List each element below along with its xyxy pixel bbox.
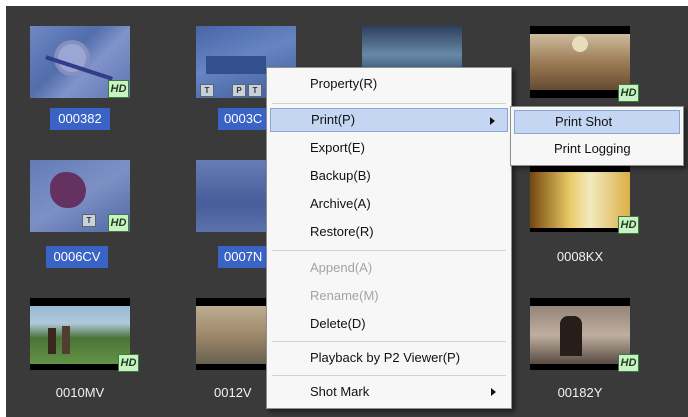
tag-badge: T xyxy=(248,84,262,97)
clip-name[interactable]: 0010MV xyxy=(30,382,130,404)
context-menu: Property(R) Print(P) Export(E) Backup(B)… xyxy=(266,67,512,409)
menu-separator xyxy=(272,250,506,251)
clip-image xyxy=(530,166,630,232)
menu-item-label: Playback by P2 Viewer(P) xyxy=(310,350,461,365)
clip-name[interactable]: 00182Y xyxy=(530,382,630,404)
clip-thumbnail-00182Y[interactable]: HD 00182Y xyxy=(530,298,639,400)
menu-item-append[interactable]: Append(A) xyxy=(270,256,508,280)
menu-item-label: Print Shot xyxy=(555,114,613,129)
clip-name[interactable]: 0008KX xyxy=(530,246,630,268)
menu-item-label: Property(R) xyxy=(310,76,378,91)
clip-image xyxy=(530,26,630,98)
menu-item-label: Export(E) xyxy=(310,140,365,155)
menu-item-label: Backup(B) xyxy=(310,168,371,183)
menu-item-print-shot[interactable]: Print Shot xyxy=(514,110,680,134)
menu-item-label: Archive(A) xyxy=(310,196,371,211)
clip-name[interactable]: 0006CV xyxy=(46,246,108,268)
menu-item-print[interactable]: Print(P) xyxy=(270,108,508,132)
menu-item-label: Print(P) xyxy=(311,112,356,127)
tag-badge: P xyxy=(232,84,246,97)
menu-separator xyxy=(272,341,506,342)
hd-badge: HD xyxy=(618,216,639,234)
print-submenu: Print Shot Print Logging xyxy=(510,106,684,166)
menu-item-rename[interactable]: Rename(M) xyxy=(270,284,508,308)
hd-badge: HD xyxy=(618,84,639,102)
clip-image xyxy=(30,298,130,370)
hd-badge: HD xyxy=(108,214,129,232)
menu-item-restore[interactable]: Restore(R) xyxy=(270,220,508,244)
hd-badge: HD xyxy=(618,354,639,372)
submenu-arrow-icon xyxy=(490,117,495,125)
clip-image xyxy=(530,298,630,370)
menu-item-shot-mark[interactable]: Shot Mark xyxy=(270,380,508,404)
menu-separator xyxy=(272,103,506,104)
menu-item-label: Print Logging xyxy=(554,141,631,156)
clip-name[interactable]: 0012V xyxy=(214,382,274,404)
menu-item-archive[interactable]: Archive(A) xyxy=(270,192,508,216)
menu-item-delete[interactable]: Delete(D) xyxy=(270,312,508,336)
menu-item-label: Restore(R) xyxy=(310,224,374,239)
submenu-arrow-icon xyxy=(491,388,496,396)
hd-badge: HD xyxy=(108,80,129,98)
tag-badge: T xyxy=(200,84,214,97)
clip-thumbnail-0006CV[interactable]: T HD 0006CV xyxy=(30,160,130,268)
menu-item-property[interactable]: Property(R) xyxy=(270,72,508,96)
menu-item-label: Rename(M) xyxy=(310,288,379,303)
clip-thumbnail-0010MV[interactable]: HD 0010MV xyxy=(30,298,139,400)
menu-item-label: Append(A) xyxy=(310,260,373,275)
menu-separator xyxy=(272,375,506,376)
clip-name[interactable]: 000382 xyxy=(50,108,110,130)
tag-badge: T xyxy=(82,214,96,227)
menu-item-playback-p2-viewer[interactable]: Playback by P2 Viewer(P) xyxy=(270,346,508,370)
menu-item-label: Delete(D) xyxy=(310,316,366,331)
menu-item-export[interactable]: Export(E) xyxy=(270,136,508,160)
menu-item-backup[interactable]: Backup(B) xyxy=(270,164,508,188)
menu-item-print-logging[interactable]: Print Logging xyxy=(514,137,680,161)
clip-thumbnail-000382[interactable]: HD 000382 xyxy=(30,26,130,130)
hd-badge: HD xyxy=(118,354,139,372)
clip-thumbnail-0008KX[interactable]: HD 0008KX xyxy=(530,166,639,268)
clip-thumbnail-viewer: HD 000382 T P T 0003C HD T HD 0006CV 000… xyxy=(0,0,688,417)
menu-item-label: Shot Mark xyxy=(310,384,370,399)
